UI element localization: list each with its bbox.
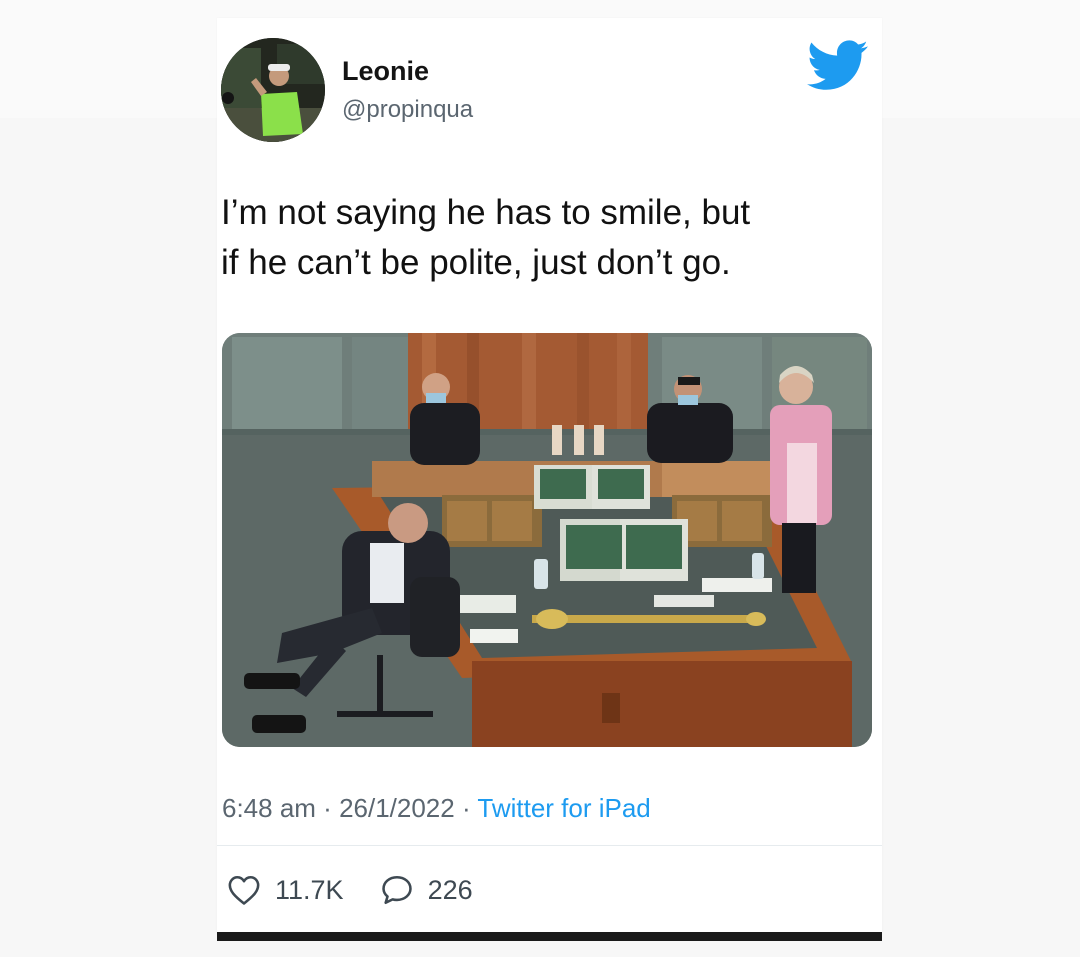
- bottom-edge-bar: [217, 932, 882, 941]
- speech-bubble-icon: [381, 875, 412, 905]
- avatar[interactable]: [221, 38, 325, 142]
- reply-count: 226: [427, 874, 473, 905]
- tweet-text-line-1: I’m not saying he has to smile, but: [221, 193, 751, 232]
- meta-separator-2: ·: [454, 793, 478, 823]
- like-count: 11.7K: [275, 874, 344, 905]
- user-handle[interactable]: @propinqua: [342, 96, 473, 124]
- divider: [217, 845, 882, 846]
- tweet-date: 26/1/2022: [339, 793, 455, 823]
- tweet-photo[interactable]: [222, 333, 872, 747]
- parliament-chamber-photo: [222, 333, 872, 747]
- twitter-bird-icon: [807, 40, 868, 90]
- meta-separator-1: ·: [315, 793, 340, 823]
- tweet-source-link[interactable]: Twitter for iPad: [477, 793, 650, 823]
- tweet-actions: 11.7K 226: [227, 870, 473, 910]
- tweet-text: I’m not saying he has to smile, but if h…: [221, 188, 871, 288]
- tweet-text-line-2: if he can’t be polite, just don’t go.: [221, 243, 731, 282]
- reply-button[interactable]: 226: [380, 874, 473, 906]
- display-name[interactable]: Leonie: [342, 56, 429, 87]
- tweet-meta: 6:48 am · 26/1/2022 · Twitter for iPad: [222, 793, 651, 824]
- like-button[interactable]: 11.7K: [227, 874, 344, 906]
- avatar-photo: [221, 38, 325, 142]
- tweet-card: Leonie @propinqua I’m not saying he has …: [217, 18, 882, 934]
- heart-icon: [228, 875, 260, 905]
- tweet-time: 6:48 am: [222, 793, 316, 823]
